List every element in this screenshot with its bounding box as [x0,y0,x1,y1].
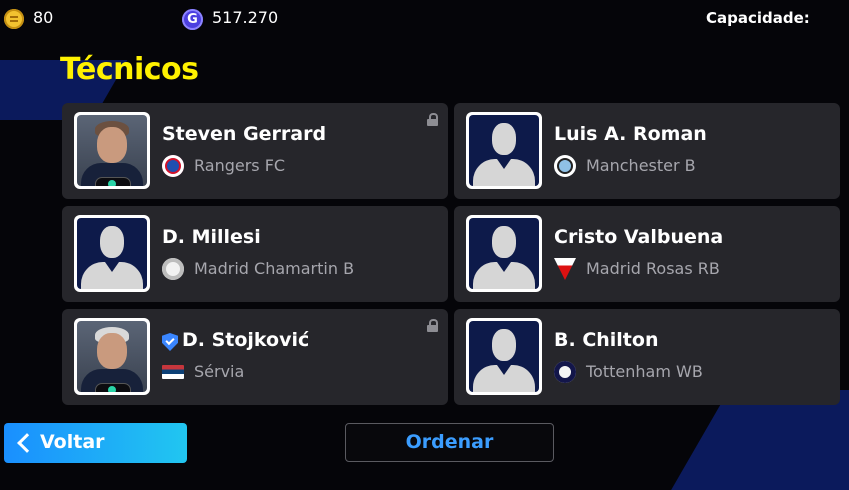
tottenham-crest-icon [554,361,576,383]
back-button[interactable]: Voltar [4,423,187,463]
manchester-crest-icon [554,155,576,177]
coin-balance: 80 [33,8,54,27]
manager-card[interactable]: Steven Gerrard Rangers FC [62,103,448,199]
manager-club: Madrid Rosas RB [586,259,720,278]
page-title: Técnicos [60,52,199,87]
rangers-crest-icon [162,155,184,177]
verified-shield-icon [162,333,178,351]
manager-portrait [466,215,542,292]
manager-portrait [466,112,542,189]
background-stripe [671,390,849,490]
manager-name: B. Chilton [554,329,659,351]
coin-icon [4,9,24,29]
manager-portrait [74,112,150,189]
manager-portrait [466,318,542,395]
sort-button[interactable]: Ordenar [345,423,554,462]
manager-club: Madrid Chamartin B [194,259,355,278]
manager-name: Cristo Valbuena [554,226,724,248]
top-bar: 80 G 517.270 Capacidade: [0,0,849,38]
manager-name: Luis A. Roman [554,123,707,145]
manager-card[interactable]: Cristo Valbuena Madrid Rosas RB [454,206,840,302]
rating-badge-icon [95,383,131,392]
madrid-chamartin-crest-icon [162,258,184,280]
chevron-left-icon [17,433,37,453]
rating-badge-icon [95,177,131,186]
manager-club: Tottenham WB [586,362,703,381]
capacity-label: Capacidade: [706,9,810,27]
gp-icon: G [182,9,203,30]
manager-portrait [74,318,150,395]
manager-portrait [74,215,150,292]
manager-name: D. Stojković [182,329,310,351]
manager-card[interactable]: D. Millesi Madrid Chamartin B [62,206,448,302]
manager-card[interactable]: D. Stojković Sérvia [62,309,448,405]
manager-club: Rangers FC [194,156,286,175]
manager-club: Manchester B [586,156,696,175]
manager-name: D. Millesi [162,226,261,248]
manager-card[interactable]: B. Chilton Tottenham WB [454,309,840,405]
gp-balance: 517.270 [212,8,279,27]
serbia-flag-icon [162,365,184,379]
lock-icon [427,113,438,126]
manager-card[interactable]: Luis A. Roman Manchester B [454,103,840,199]
back-button-label: Voltar [40,431,105,453]
madrid-rosas-crest-icon [554,258,576,280]
sort-button-label: Ordenar [405,431,494,453]
manager-club: Sérvia [194,362,245,381]
manager-name: Steven Gerrard [162,123,327,145]
lock-icon [427,319,438,332]
